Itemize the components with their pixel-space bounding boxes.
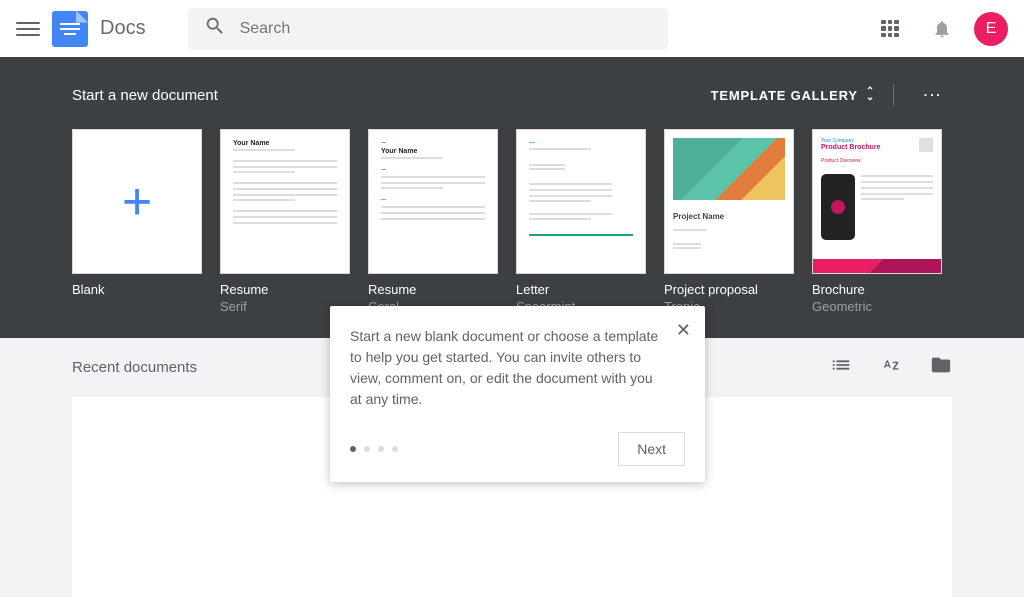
- template-resume-coral[interactable]: —Your Name—— Resume Coral: [368, 129, 498, 314]
- divider: [893, 84, 894, 106]
- search-icon: [204, 15, 226, 42]
- header-bar: Docs E: [0, 0, 1024, 57]
- template-name: Brochure: [812, 282, 942, 297]
- template-name: Resume: [368, 282, 498, 297]
- list-view-icon[interactable]: [830, 354, 852, 381]
- more-options-icon[interactable]: ⋮: [912, 75, 952, 115]
- onboarding-tooltip: ✕ Start a new blank document or choose a…: [330, 306, 705, 482]
- template-resume-serif[interactable]: Your Name Resume Serif: [220, 129, 350, 314]
- template-name: Project proposal: [664, 282, 794, 297]
- template-gallery-button[interactable]: TEMPLATE GALLERY ⌃⌄: [711, 88, 875, 103]
- expand-icon: ⌃⌄: [866, 89, 875, 101]
- next-button[interactable]: Next: [618, 432, 685, 466]
- preview-text: Product Brochure: [821, 144, 881, 151]
- recent-title: Recent documents: [72, 359, 197, 376]
- template-brochure[interactable]: Your CompanyProduct BrochureProduct Over…: [812, 129, 942, 314]
- preview-text: Your Name: [233, 140, 337, 147]
- app-name: Docs: [100, 17, 146, 40]
- template-name: Blank: [72, 282, 202, 297]
- template-name: Resume: [220, 282, 350, 297]
- step-dots: [350, 446, 398, 452]
- search-input[interactable]: [240, 20, 652, 38]
- template-letter-spearmint[interactable]: — Letter Spearmint: [516, 129, 646, 314]
- menu-icon[interactable]: [16, 17, 40, 41]
- tooltip-text: Start a new blank document or choose a t…: [350, 326, 685, 410]
- folder-icon[interactable]: [930, 354, 952, 381]
- preview-text: Product Overview: [821, 158, 933, 164]
- notifications-icon[interactable]: [922, 9, 962, 49]
- search-box[interactable]: [188, 8, 668, 50]
- close-icon[interactable]: ✕: [676, 320, 691, 341]
- template-gallery-label: TEMPLATE GALLERY: [711, 88, 858, 103]
- sort-az-icon[interactable]: [880, 354, 902, 381]
- apps-icon[interactable]: [870, 9, 910, 49]
- template-blank[interactable]: + Blank: [72, 129, 202, 314]
- plus-icon: +: [122, 172, 152, 232]
- template-subtitle: Geometric: [812, 299, 942, 314]
- template-section-title: Start a new document: [72, 87, 218, 104]
- preview-text: Project Name: [673, 212, 785, 221]
- template-project-proposal[interactable]: Project Name Project proposal Tropic: [664, 129, 794, 314]
- avatar[interactable]: E: [974, 12, 1008, 46]
- template-name: Letter: [516, 282, 646, 297]
- docs-logo-icon[interactable]: [52, 11, 88, 47]
- preview-text: Your Name: [381, 148, 485, 155]
